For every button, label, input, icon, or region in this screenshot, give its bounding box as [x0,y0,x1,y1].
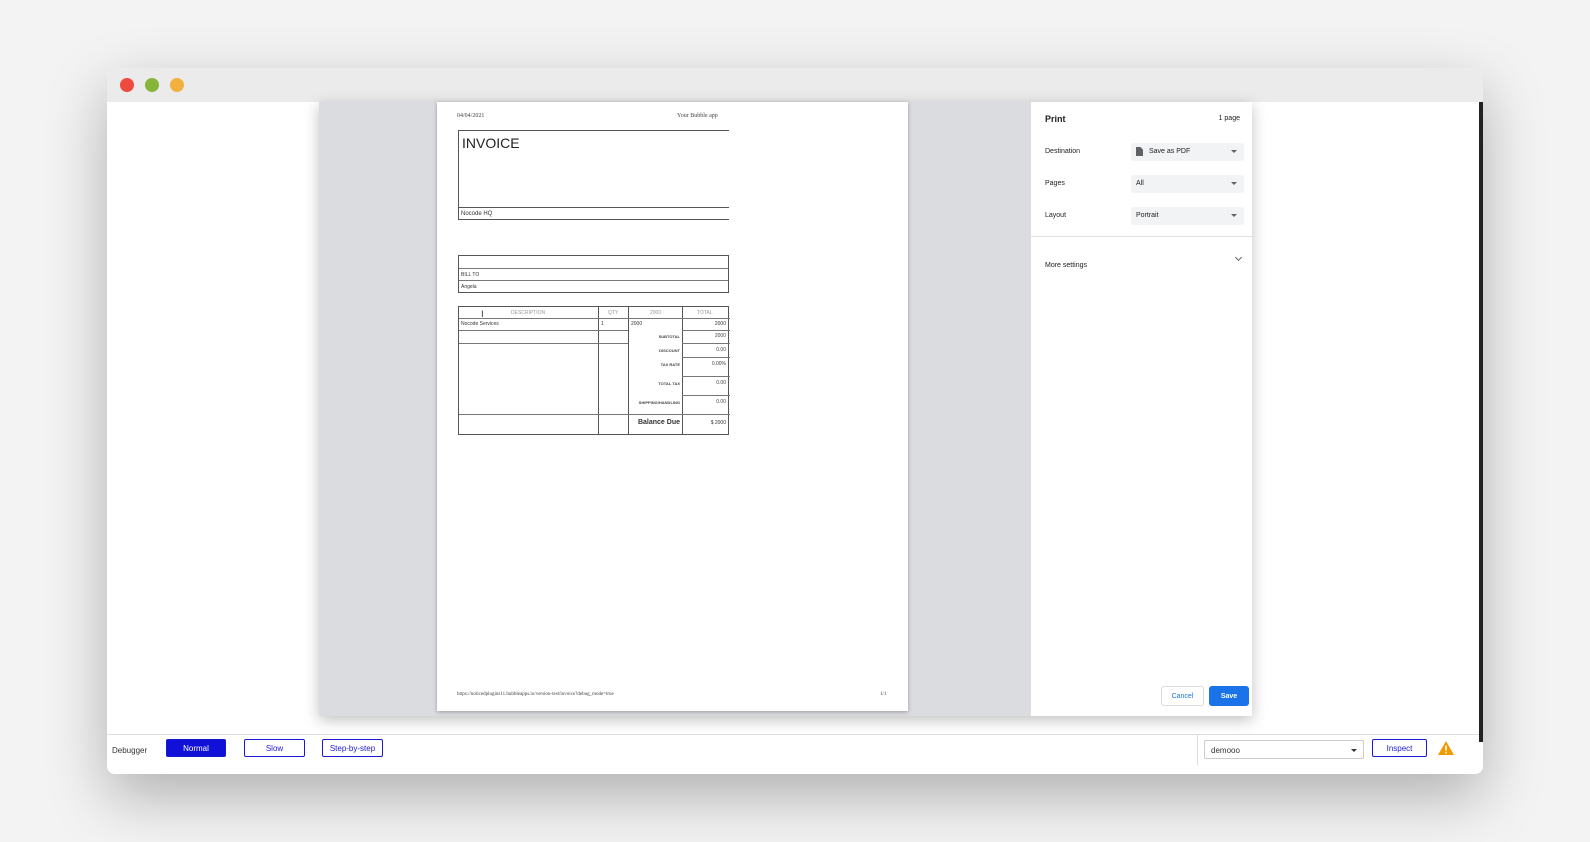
bill-to-name: Angela [461,284,477,291]
print-settings-panel: Print 1 page Destination Save as PDF Pag… [1031,102,1252,716]
inspect-button[interactable]: Inspect [1372,739,1427,757]
discount-label: DISCOUNT [659,348,680,353]
destination-select[interactable]: Save as PDF [1131,143,1244,161]
document-icon [1136,147,1143,156]
cancel-button[interactable]: Cancel [1161,686,1204,706]
pages-label: Pages [1045,180,1065,187]
shipping-value: 0.00 [716,399,726,405]
row-divider [682,414,730,415]
layout-label: Layout [1045,212,1067,219]
layout-select[interactable]: Portrait [1131,207,1244,225]
scrollbar[interactable] [1479,102,1483,742]
tax-rate-label: TAX RATE [660,362,680,367]
balance-due-value: $ 2000 [710,420,726,426]
item-description: Nocode Services [461,321,499,327]
layout-value: Portrait [1136,212,1159,219]
subtotal-value: 2000 [714,333,726,339]
mode-slow-button[interactable]: Slow [244,739,305,757]
dropdown-caret-icon [1231,150,1237,153]
item-price: 2000 [631,321,643,327]
dropdown-caret-icon [1351,749,1357,752]
row-divider [459,343,628,344]
total-tax-label: TOTAL TAX [658,381,680,386]
element-select-value: demooo [1211,746,1240,755]
invoice-items-table: DESCRIPTION QTY 2000 TOTAL Nocode Servic… [458,306,730,435]
debugger-bar: Debugger Normal Slow Step-by-step demooo… [107,734,1483,765]
invoice-title-box: INVOICE Nocode HQ [458,130,729,220]
warning-triangle-icon[interactable] [1438,741,1454,755]
print-title: Print [1045,114,1066,124]
tax-rate-value: 0.00% [711,361,726,367]
save-button[interactable]: Save [1209,686,1249,706]
invoice-company: Nocode HQ [459,207,729,220]
minimize-window-button[interactable] [145,78,159,92]
layout-row: Layout Portrait [1045,207,1245,225]
text-cursor-icon: I [481,310,484,320]
column-header-description: DESCRIPTION [511,310,546,316]
mode-step-button[interactable]: Step-by-step [322,739,383,757]
destination-label: Destination [1045,148,1081,155]
print-page-count: 1 page [1218,115,1240,122]
element-select[interactable]: demooo [1204,740,1364,759]
bill-to-box: BILL TO Angela [458,255,729,293]
discount-value: 0.00 [716,347,726,353]
invoice-title: INVOICE [462,135,520,151]
row-divider [459,318,730,319]
page-header-date: 04/04/2021 [457,113,485,119]
debugger-label: Debugger [112,746,148,755]
item-qty: 1 [601,321,604,327]
pages-row: Pages All [1045,175,1245,193]
row-divider [459,414,682,415]
page-footer-number: 1/1 [880,692,887,697]
destination-value: Save as PDF [1149,148,1191,155]
bill-to-label: BILL TO [459,269,728,282]
row-divider [682,357,730,358]
shipping-label: SHIPPING/HANDLING [638,400,680,405]
row-divider [682,376,730,377]
row-divider [682,395,730,396]
more-settings-label: More settings [1045,262,1088,269]
print-dialog: 04/04/2021 Your Bubble app INVOICE Nocod… [319,102,1252,716]
dropdown-caret-icon [1231,182,1237,185]
column-header-price: 2000 [650,310,662,316]
browser-window: 04/04/2021 Your Bubble app INVOICE Nocod… [107,68,1483,774]
debugger-separator [1197,735,1198,765]
column-header-total: TOTAL [697,310,713,316]
window-titlebar [107,68,1483,102]
item-total: 2000 [714,321,726,327]
page-header-app: Your Bubble app [677,113,718,119]
pages-select[interactable]: All [1131,175,1244,193]
chevron-down-icon [1234,253,1243,262]
column-header-qty: QTY [608,310,619,316]
balance-due-label: Balance Due [637,419,680,426]
settings-divider [1031,236,1252,237]
preview-page: 04/04/2021 Your Bubble app INVOICE Nocod… [437,102,908,711]
more-settings-toggle[interactable]: More settings [1045,253,1243,269]
print-preview-area: 04/04/2021 Your Bubble app INVOICE Nocod… [319,102,1031,716]
close-window-button[interactable] [120,78,134,92]
page-viewport: 04/04/2021 Your Bubble app INVOICE Nocod… [107,102,1483,774]
dropdown-caret-icon [1231,214,1237,217]
row-divider [682,343,730,344]
maximize-window-button[interactable] [170,78,184,92]
pages-value: All [1136,180,1144,187]
total-tax-value: 0.00 [716,380,726,386]
page-footer-url: https://noticedplugins11.bubbleapps.io/v… [457,692,614,697]
bill-empty-row [459,256,728,269]
mode-normal-button[interactable]: Normal [166,739,226,757]
row-divider [459,330,628,331]
subtotal-label: SUBTOTAL [658,334,680,339]
destination-row: Destination Save as PDF [1045,143,1245,161]
row-divider [682,330,730,331]
